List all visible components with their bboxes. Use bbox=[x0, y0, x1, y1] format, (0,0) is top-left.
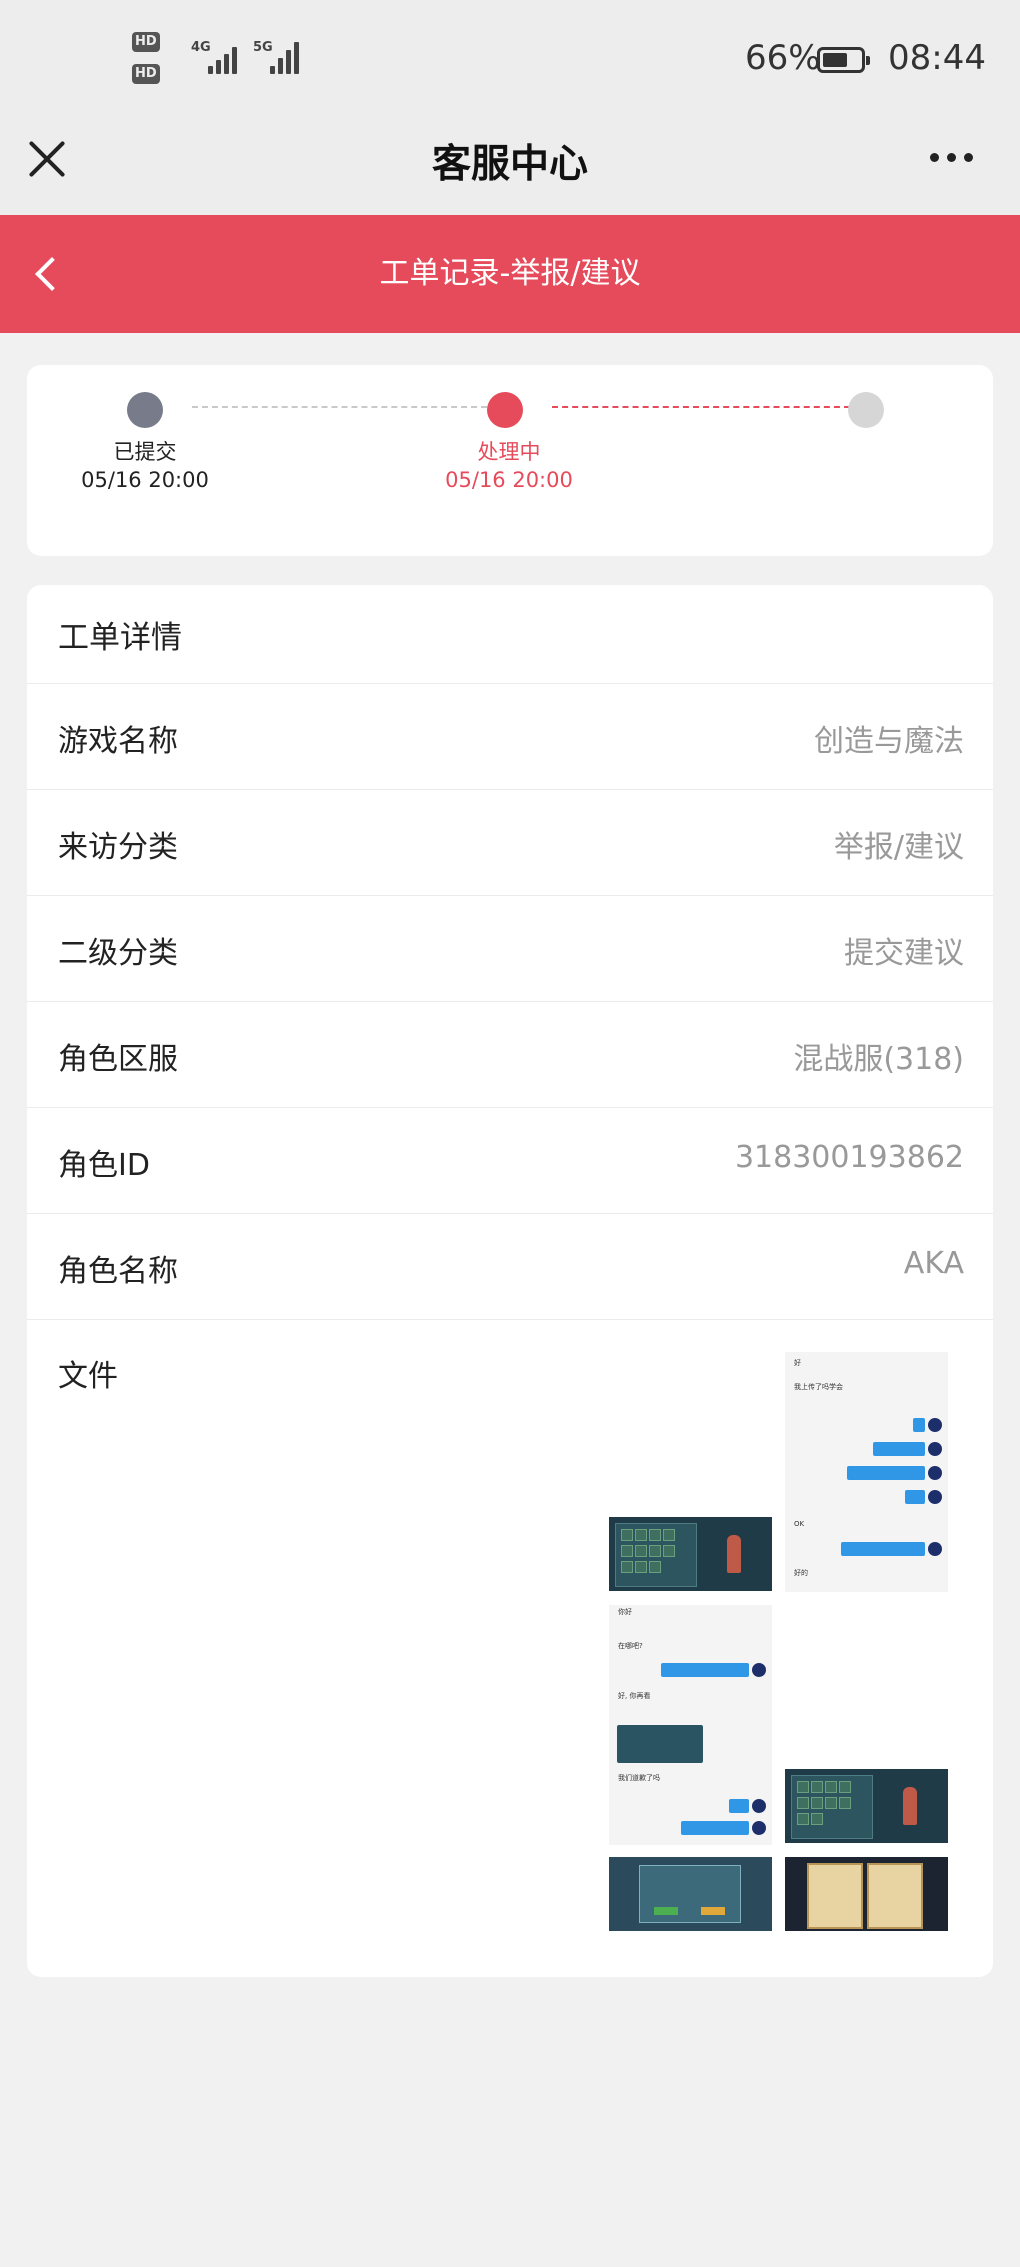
chat-text: 我上传了吗学会 bbox=[794, 1383, 843, 1391]
step-label-processing: 处理中 05/16 20:00 bbox=[419, 438, 599, 494]
row-label: 二级分类 bbox=[58, 936, 178, 971]
row-value: 举报/建议 bbox=[833, 830, 964, 865]
detail-row-subcategory: 二级分类 提交建议 bbox=[27, 895, 993, 1002]
ticket-detail-card: 工单详情 游戏名称 创造与魔法 来访分类 举报/建议 二级分类 提交建议 角色区… bbox=[27, 585, 993, 1977]
page-title: 客服中心 bbox=[431, 142, 588, 187]
step-time: 05/16 20:00 bbox=[81, 468, 209, 492]
ticket-header-title: 工单记录-举报/建议 bbox=[379, 256, 641, 291]
row-value: AKA bbox=[903, 1246, 964, 1281]
chat-text: 我们道歉了吗 bbox=[618, 1774, 660, 1782]
chat-text: 你好 bbox=[618, 1608, 632, 1616]
battery-percent: 66% bbox=[745, 38, 821, 78]
row-label: 文件 bbox=[58, 1359, 118, 1394]
sim2-badge: HD 2 bbox=[132, 64, 160, 101]
row-value: 提交建议 bbox=[844, 936, 964, 971]
row-label: 游戏名称 bbox=[58, 724, 178, 759]
step-label-submitted: 已提交 05/16 20:00 bbox=[55, 438, 235, 494]
row-label: 角色区服 bbox=[58, 1042, 178, 1077]
row-label: 角色ID bbox=[58, 1148, 150, 1183]
top-nav-bar: 客服中心 bbox=[0, 125, 1020, 215]
file-thumbnail[interactable] bbox=[785, 1769, 948, 1843]
file-thumbnail[interactable]: 你好 在哪吧? 好, 你再看 我们道歉了吗 bbox=[609, 1605, 772, 1845]
step-dot-pending bbox=[848, 392, 884, 428]
step-status: 处理中 bbox=[477, 440, 541, 464]
step-time: 05/16 20:00 bbox=[445, 468, 573, 492]
chat-text: 好的 bbox=[794, 1569, 808, 1577]
status-bar: HD 1 HD 2 4G 5G 66% 08:44 bbox=[0, 0, 1020, 125]
row-label: 角色名称 bbox=[58, 1254, 178, 1289]
step-dot-submitted bbox=[127, 392, 163, 428]
file-thumbnail[interactable] bbox=[609, 1857, 772, 1931]
detail-row-role-id: 角色ID 318300193862 bbox=[27, 1107, 993, 1214]
clock: 08:44 bbox=[888, 38, 986, 78]
step-status: 已提交 bbox=[113, 440, 177, 464]
file-thumbnail[interactable] bbox=[785, 1857, 948, 1931]
step-dot-processing bbox=[487, 392, 523, 428]
sim1-badge: HD 1 bbox=[132, 32, 160, 69]
more-icon[interactable] bbox=[930, 153, 973, 162]
signal-bars-icon bbox=[208, 44, 237, 74]
row-label: 来访分类 bbox=[58, 830, 178, 865]
detail-row-category: 来访分类 举报/建议 bbox=[27, 789, 993, 896]
detail-row-server: 角色区服 混战服(318) bbox=[27, 1001, 993, 1108]
chat-text: OK bbox=[794, 1520, 805, 1528]
detail-row-role-name: 角色名称 AKA bbox=[27, 1213, 993, 1320]
progress-line-1 bbox=[192, 406, 487, 408]
progress-line-2 bbox=[552, 406, 850, 408]
ticket-header: 工单记录-举报/建议 bbox=[0, 215, 1020, 333]
detail-section-title: 工单详情 bbox=[58, 620, 182, 656]
row-value: 创造与魔法 bbox=[814, 724, 964, 759]
chat-text: 好 bbox=[794, 1359, 801, 1367]
signal-bars-icon bbox=[270, 36, 299, 74]
file-thumbnail[interactable] bbox=[609, 1517, 772, 1591]
row-value: 混战服(318) bbox=[793, 1042, 964, 1077]
row-value: 318300193862 bbox=[734, 1140, 964, 1175]
chat-text: 在哪吧? bbox=[618, 1642, 643, 1650]
file-thumbnail[interactable]: 好 我上传了吗学会 OK 好的 bbox=[785, 1352, 948, 1592]
progress-card: 已提交 05/16 20:00 处理中 05/16 20:00 bbox=[27, 365, 993, 556]
battery-icon bbox=[817, 47, 870, 73]
chat-text: 好, 你再看 bbox=[618, 1692, 651, 1700]
detail-row-game: 游戏名称 创造与魔法 bbox=[27, 683, 993, 790]
